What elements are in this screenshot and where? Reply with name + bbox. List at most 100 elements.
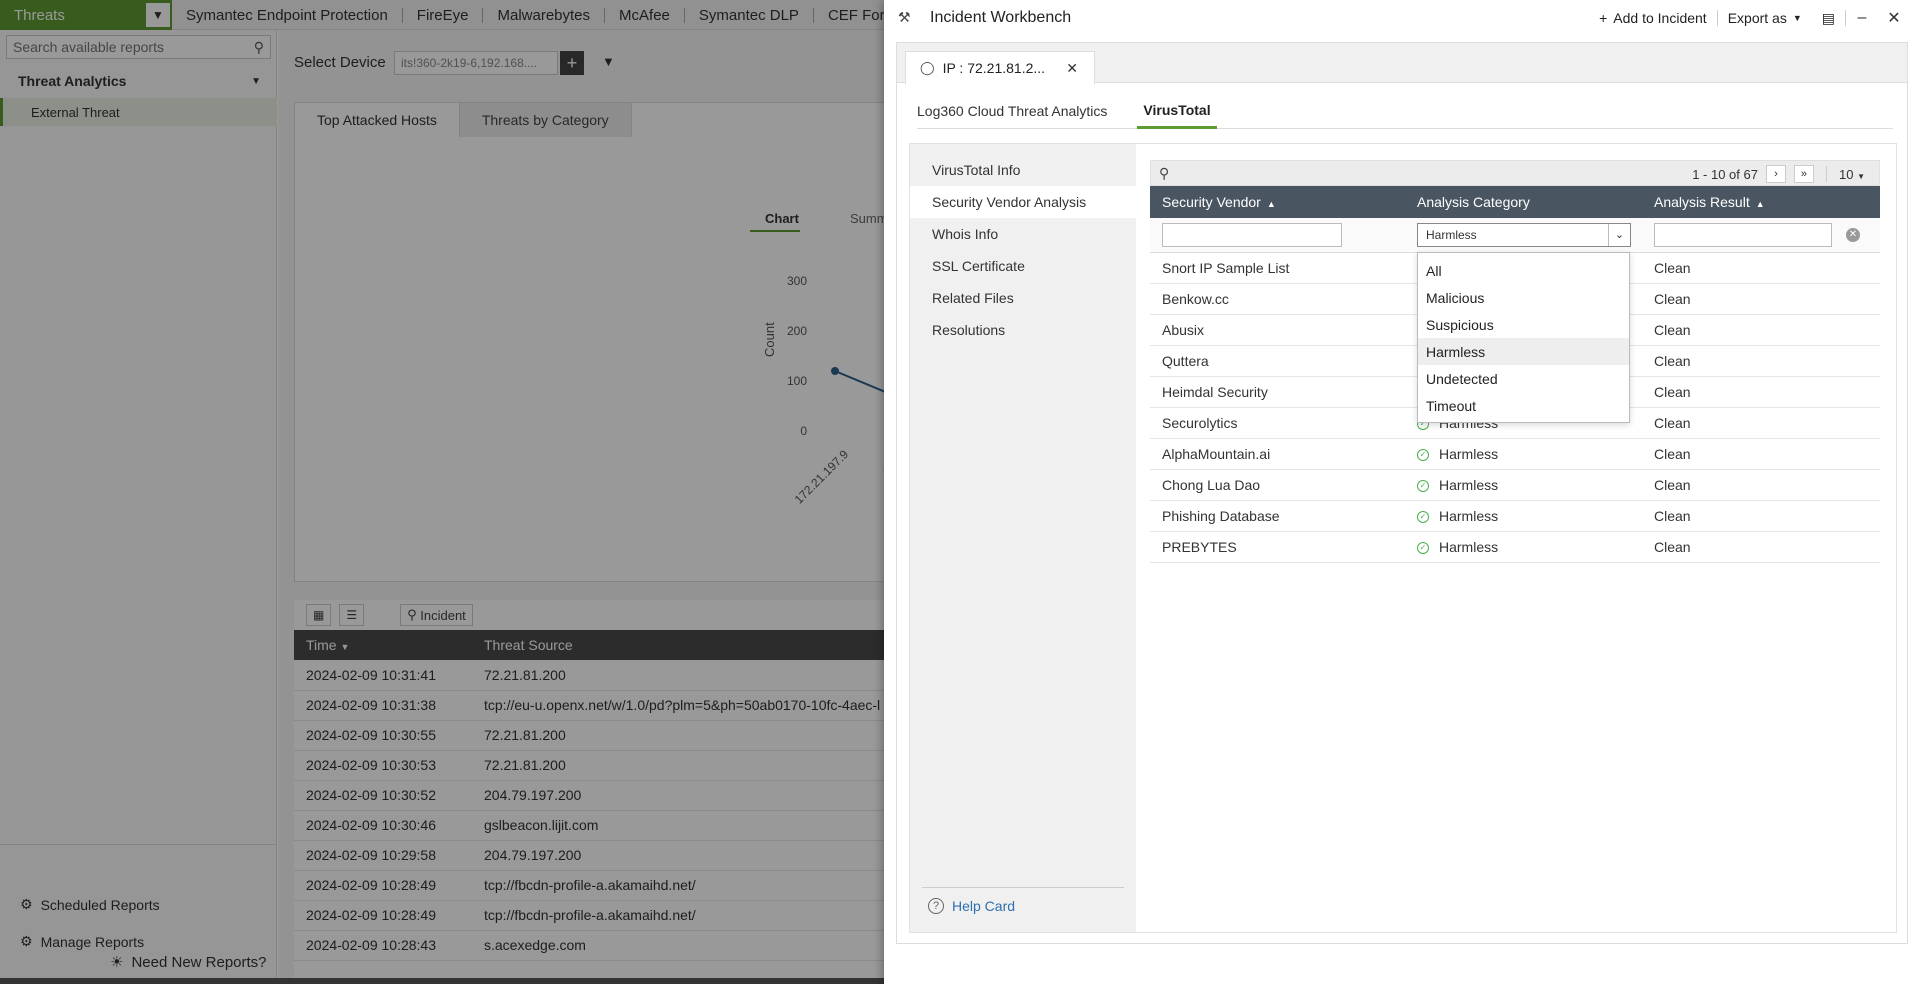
add-to-incident-button[interactable]: + Add to Incident [1589, 10, 1718, 26]
clear-filter-icon[interactable]: ✕ [1846, 227, 1860, 242]
result-cell: Clean [1642, 314, 1880, 346]
column-label: Analysis Result [1654, 194, 1750, 210]
dropdown-option-undetected[interactable]: Undetected [1418, 365, 1629, 392]
report-icon: ▤ [1821, 10, 1835, 26]
help-card-link[interactable]: ? Help Card [922, 887, 1124, 914]
vendor-cell: PREBYTES [1150, 531, 1405, 563]
chevron-down-icon[interactable]: ⌄ [1608, 223, 1630, 246]
category-label: Harmless [1439, 476, 1499, 493]
category-filter-cell: Harmless ⌄ [1405, 218, 1642, 253]
virustotal-body: VirusTotal Info Security Vendor Analysis… [909, 143, 1897, 933]
vendor-cell: Benkow.cc [1150, 283, 1405, 315]
ip-tab-label: IP : 72.21.81.2... [942, 60, 1046, 76]
check-circle-icon: ✓ [1417, 479, 1429, 492]
last-page-button[interactable]: » [1793, 165, 1814, 183]
menu-resolutions[interactable]: Resolutions [910, 314, 1136, 346]
category-cell: ✓ Harmless [1405, 531, 1642, 563]
result-cell: Clean [1642, 283, 1880, 315]
vendor-row[interactable]: AlphaMountain.ai ✓ Harmless Clean [1150, 438, 1880, 470]
vendor-cell: Abusix [1150, 314, 1405, 346]
sort-up-icon: ▲ [1266, 199, 1276, 209]
vendor-row[interactable]: Chong Lua Dao ✓ Harmless Clean [1150, 469, 1880, 501]
help-card-label: Help Card [952, 898, 1016, 914]
add-to-incident-label: Add to Incident [1613, 10, 1707, 26]
category-label: Harmless [1439, 538, 1499, 555]
close-button[interactable]: ✕ [1878, 8, 1910, 28]
result-cell: Clean [1642, 438, 1880, 470]
category-cell: ✓ Harmless [1405, 500, 1642, 532]
modal-title: Incident Workbench [930, 9, 1072, 26]
column-header-analysis-category[interactable]: Analysis Category [1405, 186, 1642, 218]
vendor-filter-input[interactable] [1162, 222, 1342, 247]
incident-workbench-modal: ⚒ Incident Workbench + Add to Incident E… [884, 0, 1920, 984]
result-filter-input[interactable] [1654, 222, 1832, 247]
plus-icon: + [1599, 10, 1608, 26]
pagination-range: 1 - 10 of 67 [1692, 166, 1758, 182]
dropdown-option-suspicious[interactable]: Suspicious [1418, 311, 1629, 338]
minimize-button[interactable]: – [1846, 9, 1878, 27]
vendor-cell: Heimdal Security [1150, 376, 1405, 408]
workbench-icon: ⚒ [898, 9, 911, 25]
vendor-cell: Phishing Database [1150, 500, 1405, 532]
check-circle-icon: ✓ [1417, 448, 1429, 461]
tab-log360-cloud[interactable]: Log360 Cloud Threat Analytics [917, 93, 1119, 129]
pagination: 1 - 10 of 67 › » 10 ▼ [1692, 161, 1865, 187]
category-label: Harmless [1439, 445, 1499, 462]
sort-up-icon: ▲ [1755, 199, 1765, 209]
result-filter-cell: ✕ [1642, 218, 1880, 253]
report-settings-button[interactable]: ▤ [1812, 10, 1846, 26]
menu-related-files[interactable]: Related Files [910, 282, 1136, 314]
vendor-cell: Securolytics [1150, 407, 1405, 439]
export-as-label: Export as [1727, 10, 1787, 26]
dropdown-option-all[interactable]: All [1418, 257, 1629, 284]
vendor-cell: Chong Lua Dao [1150, 469, 1405, 501]
column-header-analysis-result[interactable]: Analysis Result ▲ [1642, 186, 1880, 218]
category-cell: ✓ Harmless [1405, 438, 1642, 470]
chevron-down-icon: ▼ [1792, 13, 1802, 23]
dropdown-option-malicious[interactable]: Malicious [1418, 284, 1629, 311]
menu-ssl-certificate[interactable]: SSL Certificate [910, 250, 1136, 282]
page-size-value: 10 [1838, 166, 1854, 182]
dropdown-option-harmless[interactable]: Harmless [1418, 338, 1629, 365]
vendor-row[interactable]: Phishing Database ✓ Harmless Clean [1150, 500, 1880, 532]
result-cell: Clean [1642, 407, 1880, 439]
virustotal-menu: VirusTotal Info Security Vendor Analysis… [910, 144, 1136, 932]
menu-security-vendor-analysis[interactable]: Security Vendor Analysis [910, 186, 1136, 218]
export-as-button[interactable]: Export as ▼ [1718, 10, 1812, 26]
close-tab-icon[interactable]: ✕ [1066, 60, 1078, 77]
vendor-cell: AlphaMountain.ai [1150, 438, 1405, 470]
category-label: Harmless [1439, 507, 1499, 524]
dropdown-option-timeout[interactable]: Timeout [1418, 392, 1629, 419]
result-cell: Clean [1642, 252, 1880, 284]
menu-virustotal-info[interactable]: VirusTotal Info [910, 154, 1136, 186]
vendor-filter-cell [1150, 218, 1405, 253]
globe-icon: ◯ [920, 60, 935, 75]
result-cell: Clean [1642, 345, 1880, 377]
menu-whois-info[interactable]: Whois Info [910, 218, 1136, 250]
modal-frame: ◯ IP : 72.21.81.2... ✕ Log360 Cloud Thre… [896, 42, 1908, 944]
search-clear-icon[interactable]: ⚲ [1159, 165, 1169, 182]
tab-virustotal[interactable]: VirusTotal [1137, 93, 1217, 129]
column-label: Security Vendor [1162, 194, 1261, 210]
column-header-security-vendor[interactable]: Security Vendor ▲ [1150, 186, 1405, 218]
category-cell: ✓ Harmless [1405, 469, 1642, 501]
category-dropdown-list: All Malicious Suspicious Harmless Undetected… [1417, 252, 1630, 423]
filter-row: Harmless ⌄ ✕ [1150, 218, 1880, 253]
next-page-button[interactable]: › [1765, 165, 1786, 183]
category-filter-select[interactable]: Harmless ⌄ [1417, 222, 1631, 247]
ip-tabbar: ◯ IP : 72.21.81.2... ✕ [897, 43, 1907, 84]
result-cell: Clean [1642, 531, 1880, 563]
check-circle-icon: ✓ [1417, 541, 1429, 554]
result-cell: Clean [1642, 500, 1880, 532]
result-cell: Clean [1642, 376, 1880, 408]
pager-divider [1825, 166, 1827, 182]
chevron-down-icon: ▼ [1857, 171, 1865, 181]
help-icon: ? [928, 898, 944, 914]
result-cell: Clean [1642, 469, 1880, 501]
vendor-row[interactable]: PREBYTES ✓ Harmless Clean [1150, 531, 1880, 563]
modal-actions: + Add to Incident Export as ▼ ▤ – ✕ [1589, 0, 1910, 36]
vendor-cell: Quttera [1150, 345, 1405, 377]
source-tabs: Log360 Cloud Threat Analytics VirusTotal [917, 93, 1893, 129]
page-size-select[interactable]: 10 ▼ [1839, 167, 1865, 182]
ip-tab[interactable]: ◯ IP : 72.21.81.2... ✕ [905, 51, 1095, 84]
